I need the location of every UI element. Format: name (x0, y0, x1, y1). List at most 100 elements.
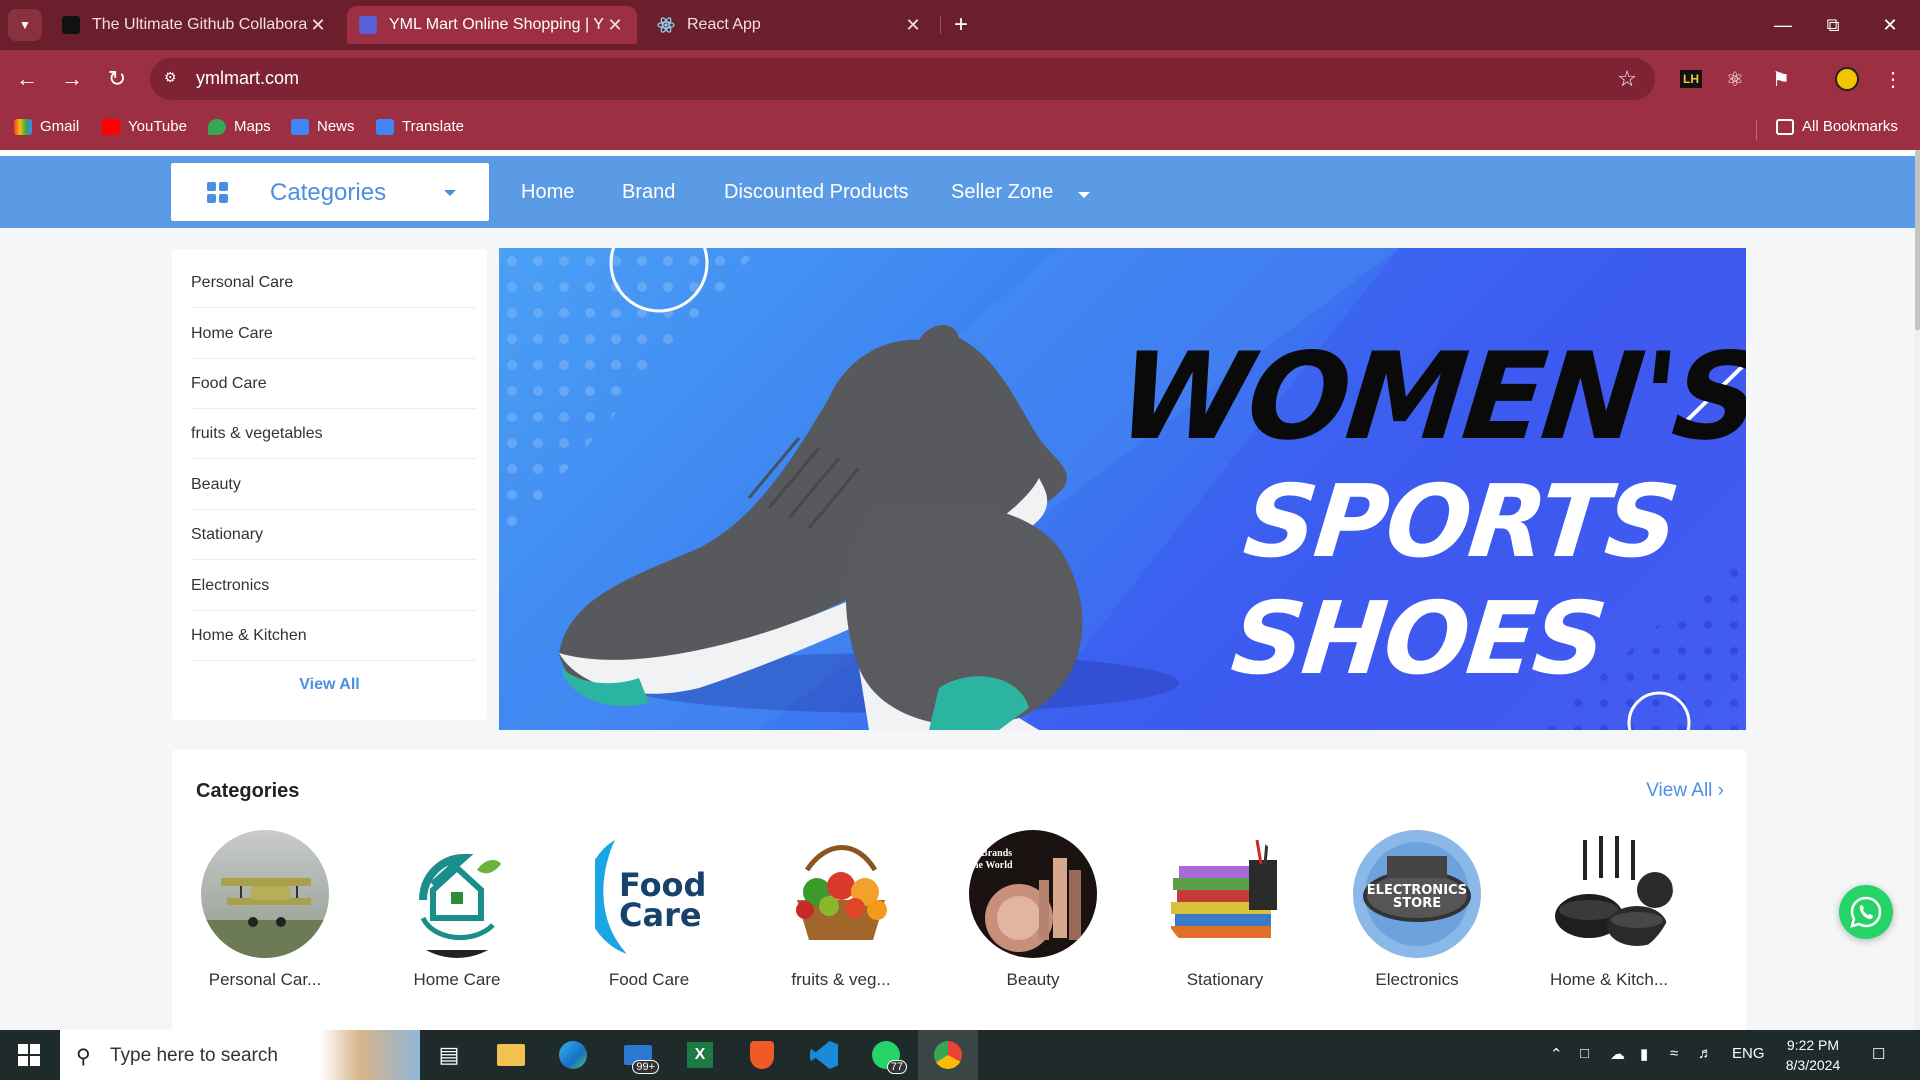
nav-discounted-products[interactable]: Discounted Products (724, 181, 909, 204)
bookmark-gmail[interactable]: Gmail (14, 118, 79, 135)
tab-github[interactable]: The Ultimate Github Collaborati ✕ (50, 6, 340, 44)
restore-icon[interactable]: ⧉ (1805, 10, 1861, 40)
categories-dropdown-button[interactable]: Categories (171, 163, 489, 221)
react-devtools-icon[interactable]: ⚛ (1720, 64, 1750, 94)
onedrive-icon[interactable]: ☁ (1610, 1045, 1625, 1063)
chevron-down-icon (444, 190, 456, 196)
sidebar-item-personal-care[interactable]: Personal Care (191, 258, 476, 308)
sidebar-item-home-kitchen[interactable]: Home & Kitchen (191, 611, 476, 661)
chevron-down-icon: ▼ (19, 18, 31, 32)
mail-icon[interactable]: 99+ (611, 1036, 665, 1074)
hero-banner[interactable]: WOMEN'S SPORTS SHOES (499, 248, 1746, 730)
bookmark-news[interactable]: News (291, 118, 355, 135)
edge-browser-icon[interactable] (546, 1036, 600, 1074)
sidebar-item-fruits-vegetables[interactable]: fruits & vegetables (191, 409, 476, 459)
sidebar-item-stationary[interactable]: Stationary (191, 510, 476, 560)
categories-view-all-link[interactable]: View All › (1646, 780, 1724, 802)
whatsapp-icon (1850, 896, 1882, 928)
category-label: Food Care (608, 970, 690, 989)
site-info-icon[interactable]: ⚙ (164, 69, 184, 89)
sidebar-item-home-care[interactable]: Home Care (191, 309, 476, 359)
sidebar-item-label: fruits & vegetables (191, 424, 323, 442)
search-highlight-image (320, 1030, 420, 1080)
profile-avatar-icon[interactable] (1832, 64, 1862, 94)
chevron-right-icon: › (1717, 780, 1724, 801)
seller-zone-caret-icon[interactable] (1078, 192, 1090, 198)
electronics-store-icon: ELECTRONICS STORE (1353, 830, 1481, 958)
url-text: ymlmart.com (196, 68, 299, 88)
category-label: Beauty (1006, 970, 1060, 989)
bookmarks-bar: Gmail YouTube Maps News Translate All Bo… (0, 108, 1920, 150)
system-clock[interactable]: 9:22 PM 8/3/2024 (1768, 1035, 1858, 1075)
excel-icon[interactable]: X (673, 1036, 727, 1074)
taskbar-search-box[interactable]: ⚲ Type here to search (60, 1030, 420, 1080)
sidebar-view-all-link[interactable]: View All (172, 676, 487, 694)
extension-lh-icon[interactable]: LH (1676, 64, 1706, 94)
close-tab-icon[interactable]: ✕ (605, 15, 625, 36)
category-card-stationary[interactable]: Stationary (1145, 830, 1305, 990)
react-icon (657, 16, 675, 34)
new-tab-button[interactable]: + (945, 9, 977, 41)
category-label: Personal Car... (208, 970, 322, 989)
task-view-icon[interactable]: ▤ (422, 1036, 476, 1074)
show-hidden-icons-icon[interactable]: ⌃ (1550, 1045, 1563, 1063)
close-tab-icon[interactable]: ✕ (903, 15, 923, 36)
battery-icon[interactable]: ▮ (1640, 1045, 1648, 1063)
category-card-electronics[interactable]: ELECTRONICS STORE Electronics (1337, 830, 1497, 990)
close-window-icon[interactable]: ✕ (1862, 10, 1918, 40)
browser-toolbar: ← → ↻ ⚙ ymlmart.com ☆ LH ⚛ ⚑ ⋮ (0, 50, 1920, 108)
wifi-icon[interactable]: ≈ (1670, 1045, 1678, 1062)
bookmark-youtube[interactable]: YouTube (102, 118, 187, 135)
tab-react-app[interactable]: React App ✕ (645, 6, 935, 44)
nav-seller-zone[interactable]: Seller Zone (951, 181, 1053, 204)
more-menu-icon[interactable]: ⋮ (1878, 64, 1908, 94)
sidebar-item-label: Home & Kitchen (191, 626, 307, 644)
all-bookmarks-button[interactable]: All Bookmarks (1776, 118, 1898, 135)
category-card-home-kitchen[interactable]: Home & Kitch... (1529, 830, 1689, 990)
beauty-logo-text: he World (973, 860, 1013, 871)
reload-button[interactable]: ↻ (102, 64, 132, 94)
grid-icon (207, 182, 229, 204)
minimize-icon[interactable]: — (1755, 10, 1811, 40)
back-button[interactable]: ← (12, 64, 42, 94)
page-scrollbar[interactable] (1915, 150, 1920, 1030)
close-tab-icon[interactable]: ✕ (308, 15, 328, 36)
tab-ymlmart[interactable]: YML Mart Online Shopping | YM ✕ (347, 6, 637, 44)
meet-now-icon[interactable]: □ (1580, 1045, 1589, 1062)
sidebar-item-beauty[interactable]: Beauty (191, 460, 476, 510)
clock-date: 8/3/2024 (1785, 1057, 1841, 1073)
bookmark-translate[interactable]: Translate (376, 118, 464, 135)
nav-home[interactable]: Home (521, 181, 574, 204)
whatsapp-app-icon[interactable]: 77 (859, 1036, 913, 1074)
address-bar[interactable]: ⚙ ymlmart.com ☆ (150, 58, 1655, 100)
category-card-food-care[interactable]: Food Care Food Care (569, 830, 729, 990)
category-card-home-care[interactable]: Home Care (377, 830, 537, 990)
scrollbar-thumb[interactable] (1915, 150, 1920, 330)
bookmark-star-icon[interactable]: ☆ (1617, 66, 1637, 92)
windows-logo-icon (18, 1044, 40, 1066)
tab-title: YML Mart Online Shopping | YM (389, 16, 605, 33)
sidebar-item-food-care[interactable]: Food Care (191, 359, 476, 409)
notifications-icon[interactable]: ☐ (1872, 1045, 1885, 1063)
extensions-puzzle-icon[interactable]: ⚑ (1766, 64, 1796, 94)
category-card-beauty[interactable]: p Brands he World Beauty (953, 830, 1113, 990)
chrome-icon[interactable] (921, 1036, 975, 1074)
whatsapp-chat-button[interactable] (1839, 885, 1893, 939)
language-indicator[interactable]: ENG (1732, 1045, 1765, 1062)
sidebar-item-electronics[interactable]: Electronics (191, 561, 476, 611)
volume-icon[interactable]: ♬ (1698, 1045, 1713, 1062)
forward-button[interactable]: → (57, 64, 87, 94)
bookmark-label: News (317, 118, 355, 135)
start-button[interactable] (0, 1030, 58, 1080)
news-icon (291, 118, 309, 135)
bookmark-maps[interactable]: Maps (208, 118, 271, 135)
vscode-icon[interactable] (797, 1036, 851, 1074)
tab-search-button[interactable]: ▼ (8, 9, 42, 41)
category-card-personal-care[interactable]: Personal Car... (185, 830, 345, 990)
all-bookmarks-label: All Bookmarks (1802, 118, 1898, 135)
file-explorer-icon[interactable] (484, 1036, 538, 1074)
brave-browser-icon[interactable] (735, 1036, 789, 1074)
nav-brand[interactable]: Brand (622, 181, 675, 204)
maps-icon (208, 118, 226, 135)
category-card-fruits-vegetables[interactable]: fruits & veg... (761, 830, 921, 990)
